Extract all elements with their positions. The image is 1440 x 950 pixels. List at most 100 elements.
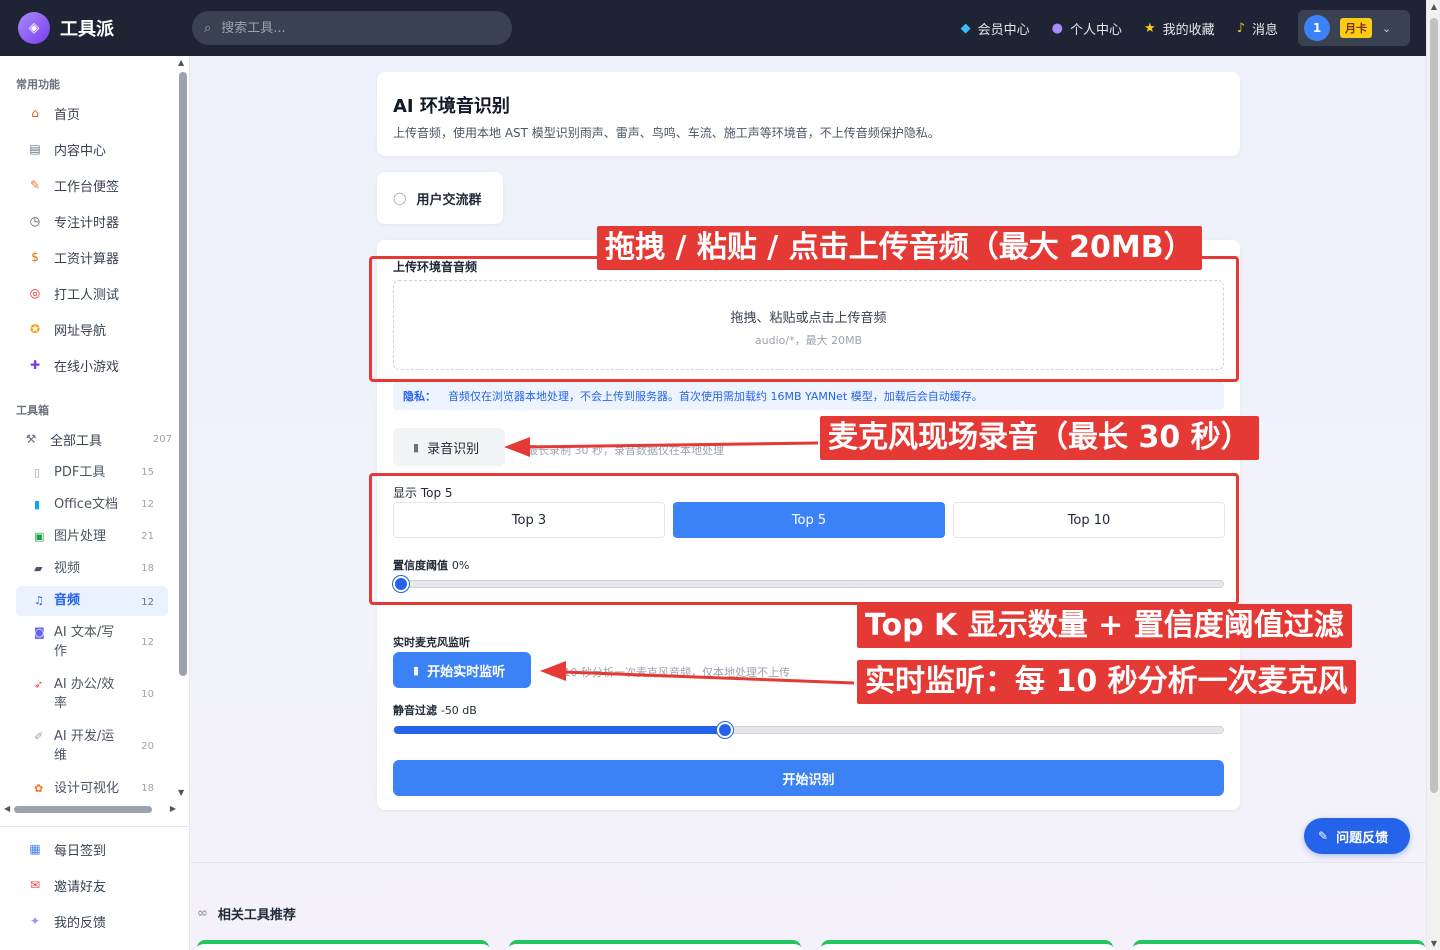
sidebar-tool-pdf[interactable]: ▯ PDF工具 15	[16, 463, 168, 485]
sidebar-item-content[interactable]: ▤ 内容中心	[16, 134, 168, 164]
sidebar-item-feedback[interactable]: ✦ 我的反馈	[16, 906, 168, 936]
sidebar-hscrollbar-thumb[interactable]	[14, 806, 152, 813]
rocket-icon: ➶	[34, 678, 44, 691]
feedback-icon: ✎	[1318, 829, 1329, 843]
page-subtitle: 上传音频，使用本地 AST 模型识别雨声、雷声、鸟鸣、车流、施工声等环境音，不上…	[393, 126, 940, 140]
wrench-icon: ✐	[34, 730, 44, 743]
nav-favorites[interactable]: ★ 我的收藏	[1144, 19, 1215, 38]
nav-messages[interactable]: ♪ 消息	[1237, 19, 1278, 38]
clapper-icon: ▰	[34, 562, 43, 575]
logo[interactable]: ◈ 工具派	[18, 12, 192, 44]
page-scrollbar[interactable]: ▲ ▼	[1426, 0, 1440, 950]
related-tools-heading: ∞ 相关工具推荐	[197, 906, 296, 923]
annotation-callout-record: 麦克风现场录音（最长 30 秒）	[820, 416, 1259, 460]
scroll-up-arrow-icon[interactable]: ▲	[1427, 2, 1440, 11]
gamepad-icon: ✚	[29, 358, 41, 372]
record-button[interactable]: ▮ 录音识别	[393, 428, 505, 466]
annotation-box-upload	[369, 256, 1239, 382]
sidebar-tool-ai-dev[interactable]: ✐ AI 开发/运维 20	[16, 727, 168, 767]
gift-icon: ✉	[29, 878, 41, 892]
silence-filter-slider[interactable]	[393, 726, 1224, 734]
all-tools-count: 207	[152, 433, 172, 445]
sidebar-item-checkin[interactable]: ▦ 每日签到	[16, 834, 168, 864]
sidebar-scrollbar[interactable]: ▲ ▼	[178, 58, 188, 798]
nav-member-center[interactable]: ◆ 会员中心	[961, 19, 1030, 38]
pdf-icon: ▯	[34, 466, 41, 479]
live-monitor-label: 实时麦克风监听	[393, 636, 470, 649]
page-header-card: AI 环境音识别 上传音频，使用本地 AST 模型识别雨声、雷声、鸟鸣、车流、施…	[377, 72, 1240, 156]
stopwatch-icon: ◷	[29, 214, 41, 228]
annotation-box-topk	[369, 473, 1239, 605]
related-tool-card[interactable]	[821, 940, 1113, 950]
silence-filter-slider-fill	[394, 726, 726, 734]
sidebar-scroll-left-icon[interactable]: ◀	[4, 804, 10, 813]
annotation-arrow-live	[540, 661, 855, 685]
sidebar-item-home[interactable]: ⌂ 首页	[16, 98, 168, 128]
page-title: AI 环境音识别	[393, 96, 510, 117]
annotation-callout-upload: 拖拽 / 粘贴 / 点击上传音频（最大 20MB）	[597, 226, 1202, 270]
logo-text: 工具派	[60, 19, 114, 40]
sidebar-scroll-down-icon[interactable]: ▼	[178, 788, 184, 797]
microphone-icon: ▮	[413, 663, 420, 677]
start-live-monitor-button[interactable]: ▮ 开始实时监听	[393, 652, 531, 688]
sidebar-item-games[interactable]: ✚ 在线小游戏	[16, 350, 168, 380]
newspaper-icon: ▤	[29, 142, 41, 156]
vip-badge: 月卡	[1340, 18, 1372, 38]
sidebar-item-notes[interactable]: ✎ 工作台便签	[16, 170, 168, 200]
sidebar-item-invite[interactable]: ✉ 邀请好友	[16, 870, 168, 900]
music-note-icon: ♫	[34, 594, 44, 607]
sidebar-tool-office[interactable]: ▮ Office文档 12	[16, 495, 168, 517]
sidebar-scrollbar-thumb[interactable]	[179, 72, 187, 676]
silence-filter-label: 静音过滤 -50 dB	[393, 704, 477, 717]
search-icon: ⌕	[204, 20, 212, 36]
sidebar-section-toolbox: 工具箱	[16, 404, 49, 417]
scroll-down-arrow-icon[interactable]: ▼	[1427, 939, 1440, 948]
sidebar-section-common: 常用功能	[16, 78, 60, 91]
avatar: 1	[1304, 15, 1330, 41]
user-group-button[interactable]: ◯ 用户交流群	[377, 172, 503, 224]
annotation-arrow-record	[504, 437, 819, 457]
sidebar-item-all-tools[interactable]: ⚒ 全部工具 207	[16, 424, 172, 454]
tools-icon: ⚒	[25, 432, 37, 446]
sidebar-tool-ai-writing[interactable]: ◙ AI 文本/写作 12	[16, 623, 168, 663]
sidebar-item-timer[interactable]: ◷ 专注计时器	[16, 206, 168, 236]
sidebar-hscrollbar[interactable]: ◀ ▶	[4, 804, 176, 814]
section-divider	[191, 862, 1426, 863]
document-icon: ▮	[34, 498, 41, 511]
silence-filter-slider-handle[interactable]	[717, 722, 733, 738]
page-scrollbar-thumb[interactable]	[1430, 18, 1438, 793]
sidebar-tool-design[interactable]: ✿ 设计可视化 18	[16, 779, 168, 801]
sidebar-item-salary[interactable]: $ 工资计算器	[16, 242, 168, 272]
feedback-button[interactable]: ✎ 问题反馈	[1304, 818, 1410, 854]
star-icon: ★	[1144, 20, 1156, 36]
user-menu[interactable]: 1 月卡 ⌄	[1298, 10, 1410, 46]
money-bag-icon: $	[31, 250, 39, 264]
sidebar-tool-ai-office[interactable]: ➶ AI 办公/效率 10	[16, 675, 168, 715]
microphone-icon: ▮	[413, 440, 420, 454]
annotation-callout-topk: Top K 显示数量 + 置信度阈值过滤	[857, 604, 1352, 648]
start-recognition-button[interactable]: 开始识别	[393, 760, 1224, 796]
chevron-down-icon: ⌄	[1382, 21, 1392, 35]
related-tool-card[interactable]	[197, 940, 489, 950]
sidebar-tool-video[interactable]: ▰ 视频 18	[16, 559, 168, 581]
sidebar-scroll-up-icon[interactable]: ▲	[178, 58, 184, 67]
user-icon: ●	[1051, 20, 1063, 36]
sidebar-scroll-right-icon[interactable]: ▶	[170, 804, 176, 813]
diamond-icon: ◆	[960, 20, 971, 36]
search-box[interactable]: ⌕	[192, 11, 512, 45]
speech-bubble-icon: ✦	[29, 914, 41, 928]
related-tool-card[interactable]	[1133, 940, 1425, 950]
nav-profile[interactable]: ● 个人中心	[1052, 19, 1122, 38]
privacy-text: 音频仅在浏览器本地处理，不会上传到服务器。首次使用需加载约 16MB YAMNe…	[448, 390, 983, 403]
picture-icon: ▣	[34, 530, 45, 543]
compass-icon: ✪	[29, 322, 41, 336]
memo-icon: ✎	[29, 178, 41, 192]
sidebar-item-worker-test[interactable]: ◎ 打工人测试	[16, 278, 168, 308]
search-input[interactable]	[221, 20, 482, 36]
sidebar-item-url-nav[interactable]: ✪ 网址导航	[16, 314, 168, 344]
sidebar-tool-image[interactable]: ▣ 图片处理 21	[16, 527, 168, 549]
logo-icon: ◈	[18, 12, 50, 44]
sidebar-tool-audio[interactable]: ♫ 音频 12	[16, 586, 168, 616]
related-tool-card[interactable]	[509, 940, 801, 950]
house-icon: ⌂	[31, 106, 39, 120]
